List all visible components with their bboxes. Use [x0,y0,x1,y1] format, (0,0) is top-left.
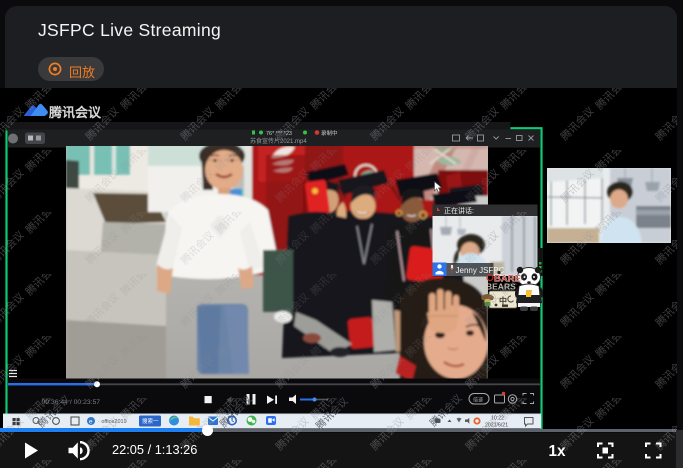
svg-text:22:05 / 1:13:26: 22:05 / 1:13:26 [112,441,197,456]
svg-text:倍速: 倍速 [473,397,483,404]
svg-text:1x: 1x [549,442,567,459]
svg-text:BEARS: BEARS [486,282,516,292]
svg-text:2021/6/21: 2021/6/21 [485,423,508,429]
svg-text:搜索一: 搜索一 [142,417,159,425]
svg-text:10:22: 10:22 [491,416,504,422]
svg-text:· office2019: · office2019 [98,419,127,425]
svg-text:腾讯会议: 腾讯会议 [48,105,102,120]
svg-text:苏食宣传片2021.mp4: 苏食宣传片2021.mp4 [250,137,307,145]
svg-text:正在讲话:: 正在讲话: [444,206,474,215]
svg-text:中: 中 [499,296,507,306]
svg-text:76* *** *23: 76* *** *23 [266,131,292,137]
svg-text:录制中: 录制中 [321,129,338,137]
svg-text:e: e [89,419,93,426]
